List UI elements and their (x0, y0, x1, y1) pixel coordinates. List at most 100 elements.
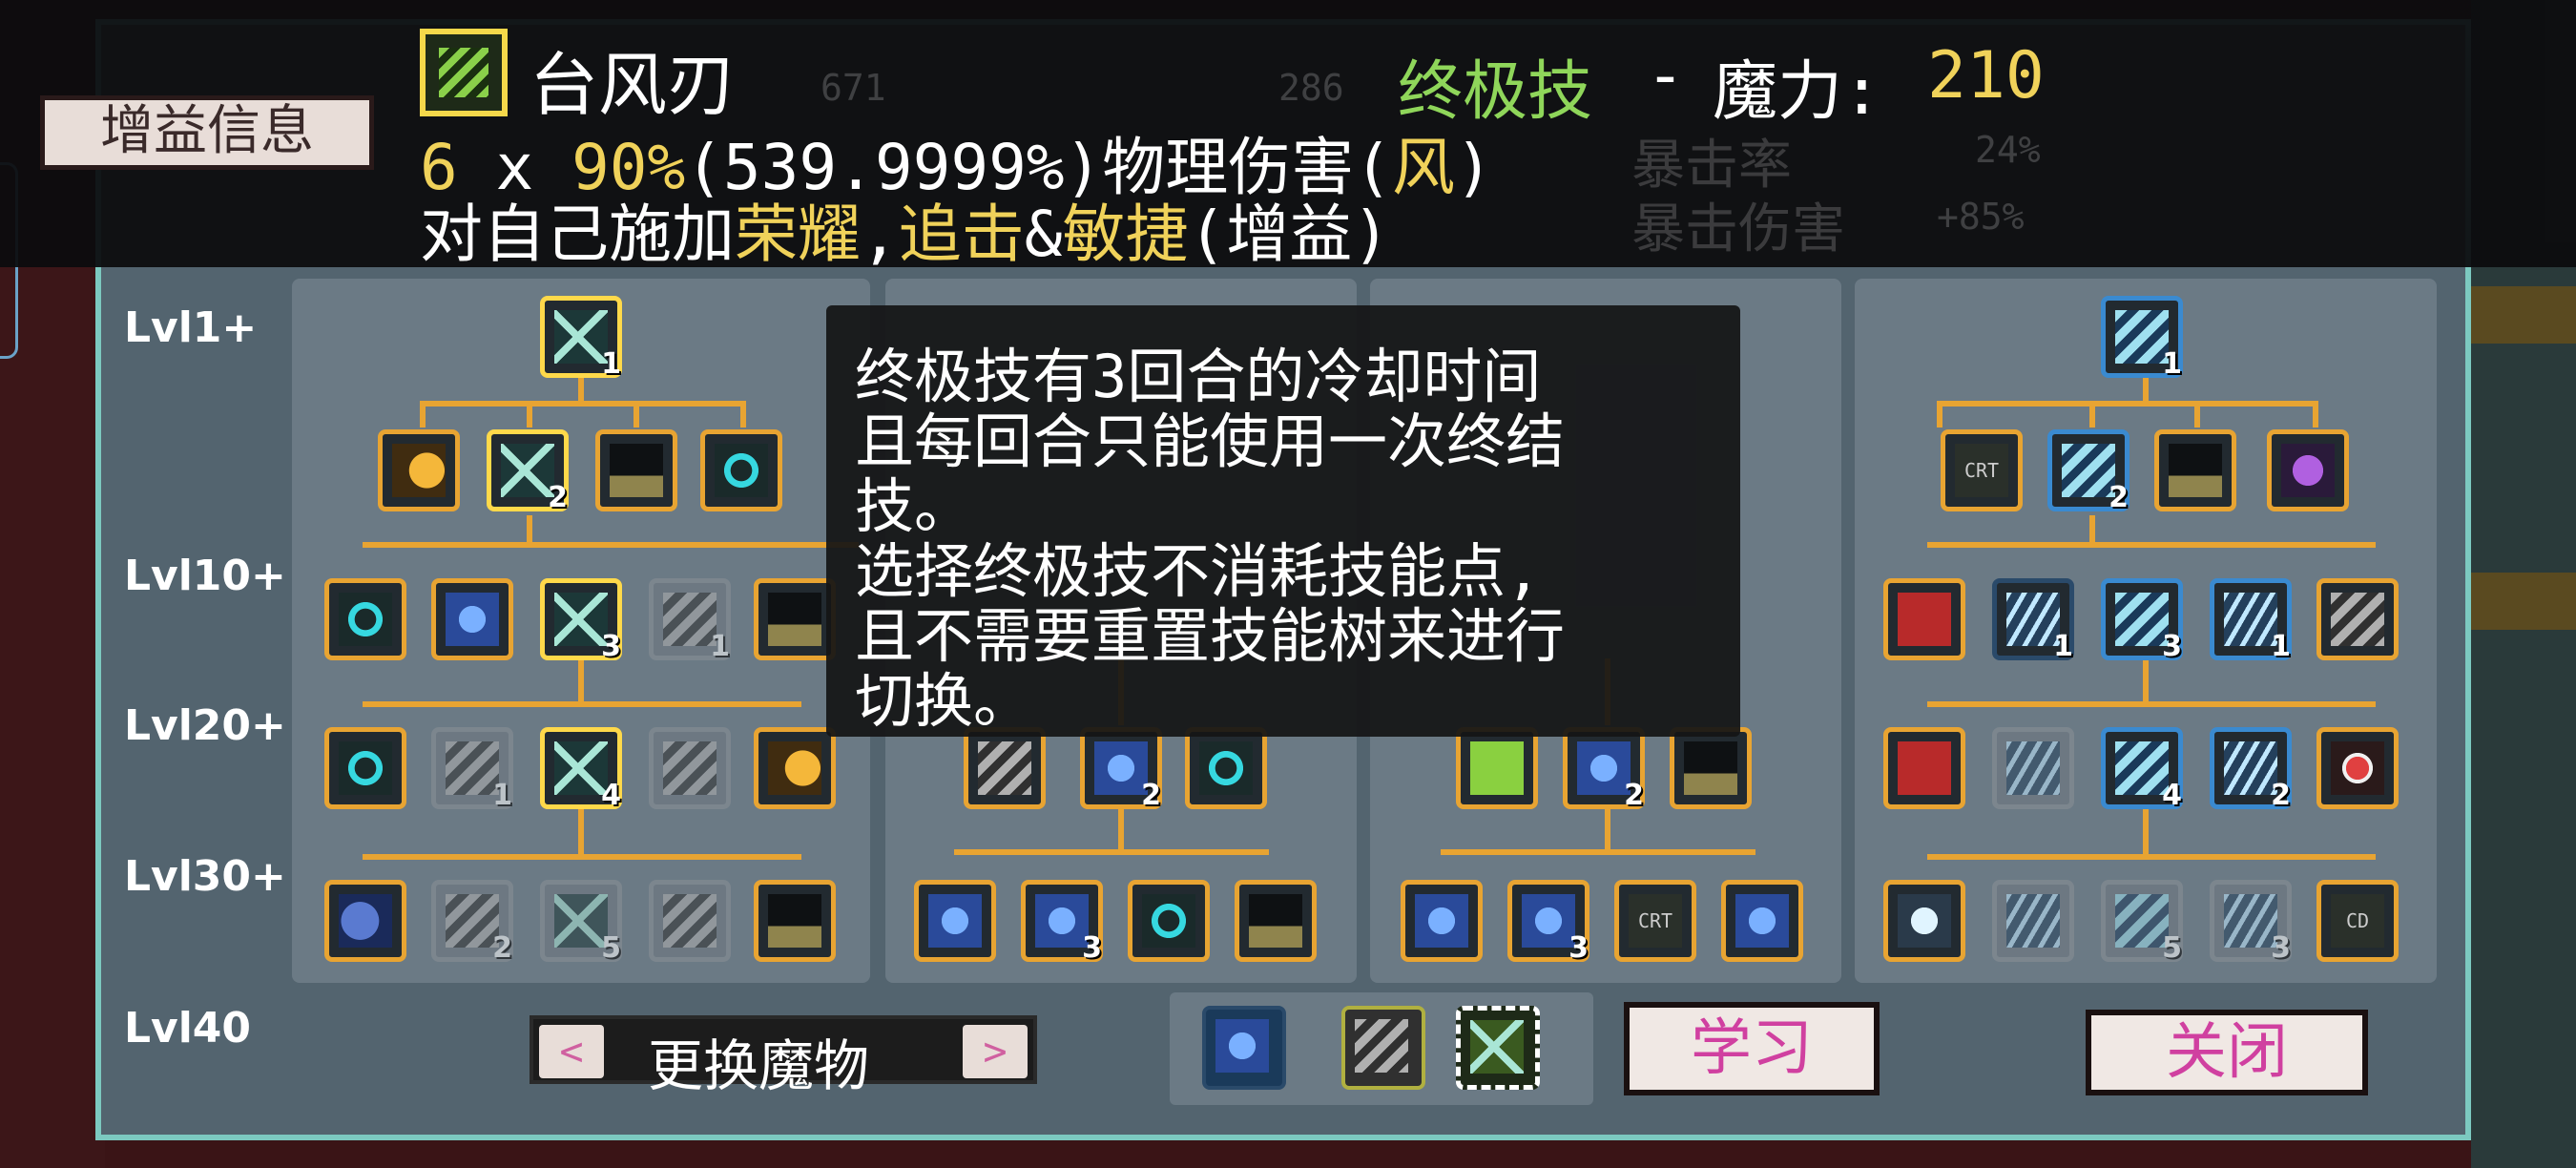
skill-node-ice-crystal[interactable] (914, 880, 996, 962)
bg-def-value: 286 (1278, 67, 1344, 109)
sword-slash-icon (554, 894, 608, 948)
skill-node-dim-star-2[interactable] (1992, 880, 2074, 962)
bg-hp-value: 671 (821, 67, 886, 109)
wind-wave-icon (663, 894, 717, 948)
skill-node-ice-spike-2[interactable]: 2 (2210, 727, 2292, 812)
learn-button[interactable]: 学习 (1624, 1002, 1880, 1095)
skill-node-typhoon-blade-t2[interactable]: 2 (487, 429, 569, 514)
skill-node-dim-star[interactable] (1992, 727, 2074, 809)
skill-node-slash-gray-2[interactable]: 2 (431, 880, 513, 965)
skill-node-crt-2[interactable]: CRT (1941, 429, 2023, 511)
skill-node-cd[interactable]: CD (2316, 880, 2399, 962)
title-separator: - (1646, 38, 1685, 114)
skill-node-gale-t3[interactable]: 3 (2101, 578, 2183, 663)
skill-node-ice-dash-2[interactable]: 3 (1507, 880, 1589, 965)
star-icon (2006, 741, 2060, 795)
skill-node-ice-dash-1[interactable]: 2 (1563, 727, 1645, 812)
skill-node-slash-gray[interactable]: 1 (431, 727, 513, 812)
level-label-20: Lvl20+ (124, 701, 286, 750)
skill-node-crt-1[interactable]: CRT (1614, 880, 1696, 962)
skill-node-ice-spike[interactable]: 1 (2210, 578, 2292, 663)
skill-node-wind-spiral[interactable] (700, 429, 782, 511)
skill-node-claw[interactable] (964, 727, 1046, 809)
skill-node-ring-teal[interactable] (1185, 727, 1267, 809)
bg-crit-rate-value: 24% (1975, 129, 2041, 171)
skill-node-blue-dragon[interactable] (324, 880, 406, 962)
mana-value: 210 (1927, 38, 2045, 114)
skill-node-locked-armor[interactable] (1235, 880, 1317, 962)
skill-node-gale-t4[interactable]: 4 (2101, 727, 2183, 812)
slot-gale-skill[interactable] (1341, 1006, 1425, 1090)
skill-node-wind-wave[interactable]: 1 (649, 578, 731, 663)
skill-node-gale-t1[interactable]: 1 (2101, 296, 2183, 381)
skill-node-warrior[interactable] (431, 578, 513, 660)
prev-monster-button[interactable]: < (539, 1025, 604, 1078)
skill-node-ice-spike-3[interactable]: 3 (2210, 880, 2292, 965)
skill-node-typhoon-blade-t3[interactable]: 3 (540, 578, 622, 663)
skill-node-wind-ring[interactable] (324, 727, 406, 809)
skill-node-typhoon-blade-t4[interactable]: 4 (540, 727, 622, 812)
skill-node-gale-t2[interactable]: 2 (2047, 429, 2129, 514)
skill-node-ice-shield-1[interactable]: 2 (1080, 727, 1162, 812)
slash-icon (1355, 1019, 1408, 1073)
sword-slash-icon (554, 741, 608, 795)
buff-info-button[interactable]: 增益信息 (40, 95, 374, 170)
mana-label: 魔力: (1713, 54, 1881, 130)
skill-node-typhoon-blade-t1[interactable]: 1 (540, 296, 622, 381)
change-monster-bar: < 更换魔物 > (530, 1015, 1037, 1098)
ultimate-slot-bar (1170, 992, 1593, 1105)
sword-slash-icon (554, 310, 608, 364)
skill-node-red-claw[interactable] (1883, 578, 1965, 660)
skill-node-ice-cup[interactable] (1721, 880, 1803, 962)
skill-info-banner: 671 286 暴击率 24% 暴击伤害 +85% 台风刃 终极技 - 魔力: … (0, 0, 2576, 271)
skill-node-crescent[interactable] (378, 429, 460, 511)
ultimate-tooltip: 终极技有3回合的冷却时间 且每回合只能使用一次终结 技。 选择终极技不消耗技能点… (826, 305, 1740, 737)
lock-icon (768, 593, 821, 646)
buff-description: 对自己施加荣耀,追击&敏捷(增益) (420, 198, 1390, 271)
close-button[interactable]: 关闭 (2086, 1010, 2368, 1095)
skill-node-purple-potion[interactable] (2267, 429, 2349, 511)
skill-node-gale-t5[interactable]: 5 (2101, 880, 2183, 965)
skill-node-locked-dark[interactable] (1670, 727, 1752, 809)
skill-node-sun-burst[interactable] (754, 727, 836, 809)
slot-typhoon-blade-selected[interactable] (1456, 1006, 1540, 1090)
skill-node-ice-burst[interactable] (1401, 880, 1483, 962)
skill-node-typhoon-blade-t5[interactable]: 5 (540, 880, 622, 965)
ice-shield-icon (1035, 894, 1089, 948)
skill-node-whirl-gray[interactable] (2316, 578, 2399, 660)
slot-water-skill[interactable] (1202, 1006, 1286, 1090)
ice-shield-icon (1094, 741, 1148, 795)
ice-spike-icon (2224, 593, 2277, 646)
skill-node-locked-feather-2[interactable] (2154, 429, 2236, 511)
skill-node-wind-wave-gray-2[interactable] (649, 880, 731, 962)
skill-node-green-arrow[interactable] (1456, 727, 1538, 809)
skill-node-locked-heart[interactable] (754, 578, 836, 660)
level-label-30: Lvl30+ (124, 852, 286, 901)
bg-crit-dmg-label: 暴击伤害 (1631, 198, 1845, 261)
whirlwind-icon (1142, 894, 1195, 948)
level-label-40: Lvl40 (124, 1004, 252, 1053)
gale-icon (2115, 894, 2169, 948)
skill-node-wind-wave-gray[interactable] (649, 727, 731, 809)
green-arrow-icon (1470, 741, 1524, 795)
orb-icon (1898, 894, 1951, 948)
gale-icon (2062, 444, 2115, 497)
wind-ring-icon (339, 741, 392, 795)
crescent-moon-icon (392, 444, 446, 497)
skill-node-dark-star[interactable]: 1 (1992, 578, 2074, 663)
skill-node-red-diamond[interactable] (2316, 727, 2399, 809)
sword-slash-icon (554, 593, 608, 646)
skill-node-beast-head[interactable] (324, 578, 406, 660)
skill-node-red-blast[interactable] (1883, 727, 1965, 809)
level-label-1: Lvl1+ (124, 303, 258, 352)
lock-icon (610, 444, 663, 497)
gale-icon (2115, 593, 2169, 646)
typhoon-blade-icon (1470, 1020, 1524, 1074)
skill-node-orb[interactable] (1883, 880, 1965, 962)
next-monster-button[interactable]: > (963, 1025, 1028, 1078)
skill-node-locked-feather[interactable] (595, 429, 677, 511)
skill-node-locked-shield[interactable] (754, 880, 836, 962)
skill-node-ice-shield-2[interactable]: 3 (1021, 880, 1103, 965)
dragon-icon (339, 894, 392, 948)
skill-node-whirlwind[interactable] (1128, 880, 1210, 962)
